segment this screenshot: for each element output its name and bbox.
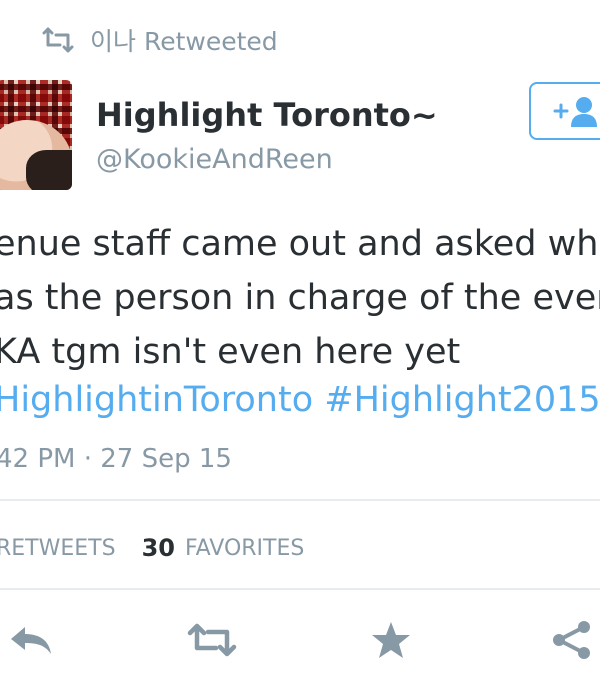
share-icon xyxy=(553,621,590,659)
divider xyxy=(0,588,600,590)
favorite-button[interactable] xyxy=(369,617,413,663)
retweet-icon xyxy=(42,27,74,53)
hashtag-highlight2015[interactable]: #Highlight2015 xyxy=(324,380,600,420)
tweet-text-line-2: as the person in charge of the even xyxy=(0,278,600,318)
tweet-timestamp: 42 PM · 27 Sep 15 xyxy=(0,444,232,474)
share-button[interactable] xyxy=(548,617,596,663)
follow-user-icon xyxy=(553,97,597,127)
author-handle[interactable]: @KookieAndReen xyxy=(96,144,333,175)
star-icon xyxy=(372,622,410,658)
retweets-label[interactable]: RETWEETS xyxy=(0,536,116,561)
author-name[interactable]: Highlight Toronto~ xyxy=(96,96,438,134)
tweet-text-line-3: KA tgm isn't even here yet xyxy=(0,332,461,372)
profile-avatar[interactable] xyxy=(0,80,72,190)
retweeted-by-text: 이나 Retweeted xyxy=(90,27,278,56)
reply-button[interactable] xyxy=(6,617,56,663)
reply-icon xyxy=(11,627,51,654)
follow-button[interactable] xyxy=(529,82,600,140)
tweet-stats: RETWEETS 30 FAVORITES xyxy=(0,534,304,562)
favorites-label[interactable]: FAVORITES xyxy=(185,536,304,561)
hashtag-highlightintoronto[interactable]: HighlightinToronto xyxy=(0,380,313,420)
tweet-text-line-1: enue staff came out and asked who xyxy=(0,224,600,264)
avatar-hair xyxy=(26,150,72,190)
retweet-button[interactable] xyxy=(186,617,238,663)
divider xyxy=(0,499,600,501)
favorites-count[interactable]: 30 xyxy=(142,534,175,562)
tweet-hashtag-line: HighlightinToronto #Highlight2015 xyxy=(0,380,600,420)
retweet-context[interactable]: 이나 Retweeted xyxy=(40,22,278,58)
retweet-icon xyxy=(187,623,237,657)
